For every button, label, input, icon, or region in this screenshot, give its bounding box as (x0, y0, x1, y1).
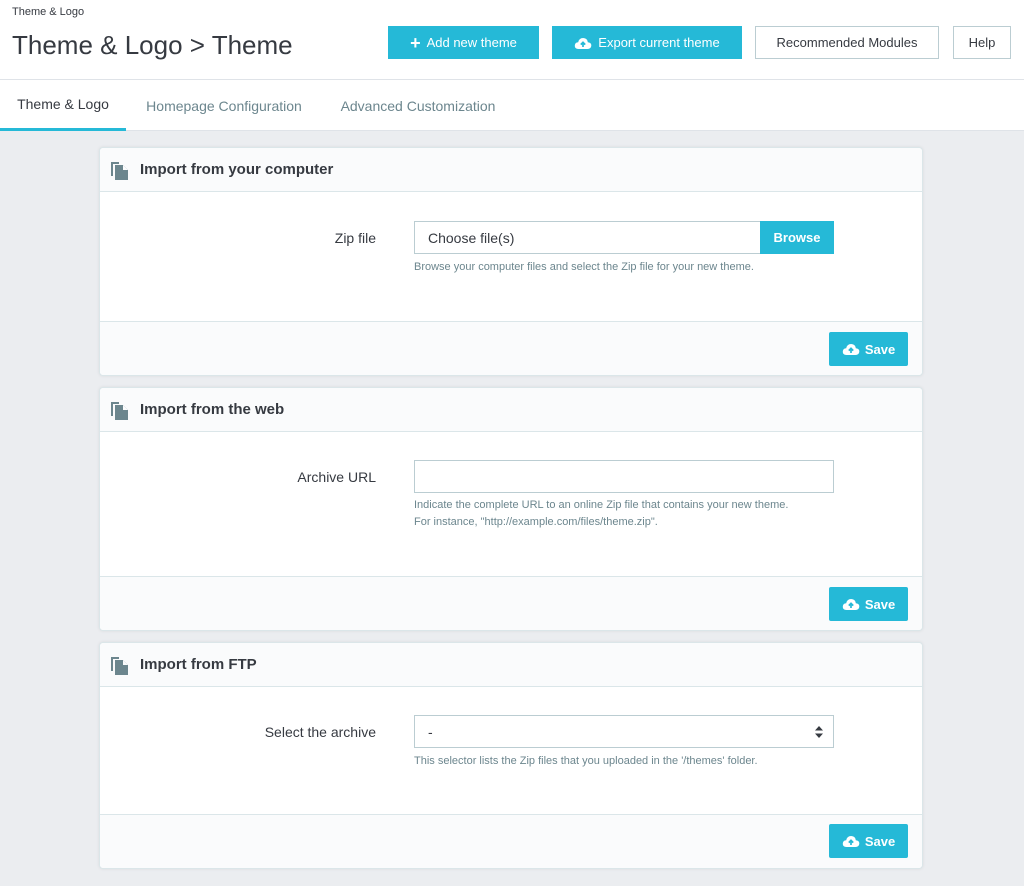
files-icon (111, 161, 128, 180)
archive-url-label: Archive URL (297, 469, 376, 485)
zip-file-value: Choose file(s) (428, 229, 515, 246)
page-header: Theme & Logo Theme & Logo > Theme + Add … (0, 0, 1024, 80)
tab-advanced-customization[interactable]: Advanced Customization (322, 80, 514, 131)
tab-bar: Theme & Logo Homepage Configuration Adva… (0, 80, 1024, 131)
panel-footer: Save (100, 814, 922, 868)
panel-footer: Save (100, 576, 922, 630)
page-title: Theme & Logo > Theme (12, 30, 293, 60)
zip-file-help: Browse your computer files and select th… (414, 261, 754, 273)
archive-url-input[interactable] (414, 460, 834, 493)
import-web-panel: Import from the web Archive URL Indicate… (99, 387, 923, 631)
panel-title: Import from FTP (140, 656, 257, 673)
breadcrumb[interactable]: Theme & Logo (12, 6, 84, 18)
archive-url-help: Indicate the complete URL to an online Z… (414, 497, 788, 531)
save-button[interactable]: Save (829, 587, 908, 621)
browse-button[interactable]: Browse (760, 221, 834, 254)
cloud-upload-icon (842, 344, 860, 355)
save-label: Save (864, 596, 896, 612)
tab-theme-logo[interactable]: Theme & Logo (0, 80, 126, 131)
export-current-theme-button[interactable]: Export current theme (552, 26, 742, 59)
cloud-upload-icon (842, 836, 860, 847)
panel-title: Import from the web (140, 401, 285, 418)
cloud-upload-icon (842, 599, 860, 610)
save-label: Save (864, 341, 896, 357)
archive-select[interactable]: - (414, 715, 834, 748)
plus-icon: + (410, 32, 421, 53)
files-icon (111, 401, 128, 420)
add-new-theme-label: Add new theme (426, 35, 517, 50)
recommended-modules-button[interactable]: Recommended Modules (755, 26, 939, 59)
zip-file-label: Zip file (334, 230, 376, 246)
panel-heading: Import from the web (100, 388, 922, 432)
select-archive-help: This selector lists the Zip files that y… (414, 755, 758, 767)
panel-heading: Import from your computer (100, 148, 922, 192)
archive-url-help-line-1: Indicate the complete URL to an online Z… (414, 499, 789, 511)
files-icon (111, 656, 128, 675)
add-new-theme-button[interactable]: + Add new theme (388, 26, 539, 59)
panel-footer: Save (100, 321, 922, 375)
cloud-upload-icon (575, 37, 592, 49)
sort-arrows-icon (815, 726, 823, 738)
tab-homepage-configuration[interactable]: Homepage Configuration (126, 80, 322, 131)
panel-title: Import from your computer (140, 161, 334, 178)
save-button[interactable]: Save (829, 824, 908, 858)
select-archive-label: Select the archive (264, 724, 376, 740)
archive-url-help-line-2: For instance, "http://example.com/files/… (414, 516, 658, 528)
export-current-theme-label: Export current theme (598, 35, 720, 50)
panel-heading: Import from FTP (100, 643, 922, 687)
save-label: Save (864, 833, 896, 849)
import-ftp-panel: Import from FTP Select the archive - Thi… (99, 642, 923, 869)
import-computer-panel: Import from your computer Zip file Choos… (99, 147, 923, 376)
archive-select-value: - (428, 723, 433, 740)
help-button[interactable]: Help (953, 26, 1011, 59)
save-button[interactable]: Save (829, 332, 908, 366)
zip-file-input[interactable]: Choose file(s) Browse (414, 221, 834, 254)
